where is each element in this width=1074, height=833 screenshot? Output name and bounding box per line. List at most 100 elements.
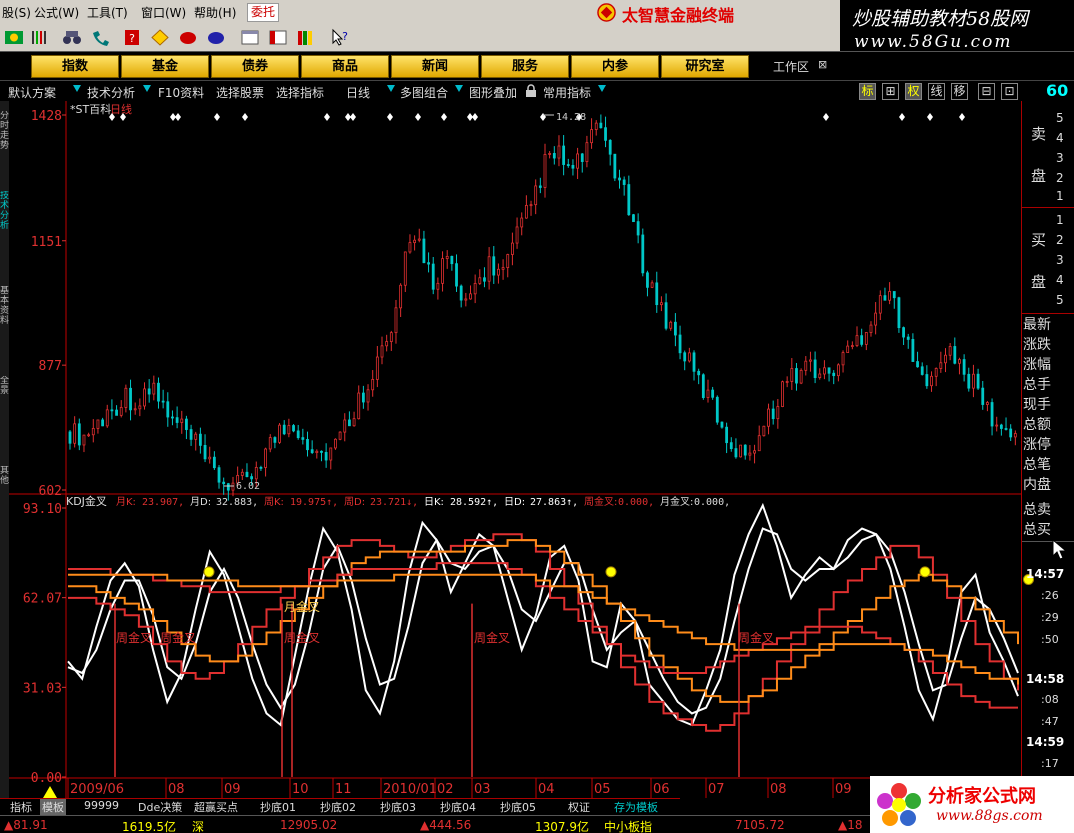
status-change: ▲444.56 <box>420 818 472 832</box>
up-triangle-icon[interactable] <box>43 786 57 798</box>
candle-body <box>492 256 496 276</box>
tab-warrant[interactable]: 权证 <box>568 799 590 815</box>
menu-weituo[interactable]: 委托 <box>247 3 279 22</box>
field-change-pct: 涨幅 <box>1023 357 1051 373</box>
workarea-close-icon[interactable]: ⊠ <box>818 58 827 71</box>
window-icon[interactable] <box>240 28 260 47</box>
scheme-dropdown-arrow-icon[interactable] <box>73 85 81 92</box>
tab-bottom-01[interactable]: 抄底01 <box>260 799 296 815</box>
save-template-button[interactable]: 存为模板 <box>614 799 658 815</box>
flower-logo-icon <box>877 783 921 826</box>
nav-fund-button[interactable]: 基金 <box>121 55 209 78</box>
tab-dde[interactable]: Dde决策 <box>138 799 182 815</box>
candle-body <box>473 282 477 295</box>
nav-insider-button[interactable]: 内参 <box>571 55 659 78</box>
candle-body <box>208 456 212 460</box>
candle-body <box>557 145 561 159</box>
field-limit-up: 涨停 <box>1023 437 1051 453</box>
help-cursor-icon[interactable]: ? <box>330 28 350 47</box>
menu-tools[interactable]: 工具(T) <box>87 4 128 21</box>
tab-indicator[interactable]: 指标 <box>10 799 32 815</box>
period-daily-menu[interactable]: 日线 <box>346 84 370 101</box>
candle-body <box>194 433 198 440</box>
tab-buy-point[interactable]: 超赢买点 <box>194 799 238 815</box>
kdj-tick-label: 93.10 <box>23 502 62 517</box>
quote-panel: 卖 盘 5 4 3 2 1 买 盘 1 2 3 4 5 最新 涨跌 涨幅 总手 … <box>1021 101 1074 798</box>
candle-body <box>436 282 440 290</box>
binoculars-icon[interactable] <box>62 28 82 47</box>
overlay-menu[interactable]: 图形叠加 <box>469 84 517 101</box>
fullscreen-toggle[interactable]: ⊡ <box>1001 83 1018 100</box>
books-icon[interactable] <box>296 28 316 47</box>
field-total-sell: 总卖 <box>1023 502 1051 518</box>
menu-formula[interactable]: 公式(W) <box>34 4 79 21</box>
tech-analysis-arrow-icon[interactable] <box>143 85 151 92</box>
candle-body <box>739 444 742 458</box>
candle-body <box>315 450 319 453</box>
candle-body <box>804 360 808 371</box>
phone-icon[interactable] <box>90 28 110 47</box>
nav-research-button[interactable]: 研究室 <box>661 55 749 78</box>
chart-area[interactable]: 1428 1151 877 602 *ST百科日线 14.28 6.02 93.10 62.0… <box>0 101 1021 798</box>
period-arrow-icon[interactable] <box>387 85 395 92</box>
select-stock-menu[interactable]: 选择股票 <box>216 84 264 101</box>
watermark-top-url: www.58Gu.com <box>854 32 1013 52</box>
tab-template[interactable]: 模板 <box>40 799 66 815</box>
flag-icon[interactable] <box>4 28 24 47</box>
candle-body <box>189 429 193 440</box>
red-tag-icon[interactable] <box>178 28 198 47</box>
nav-service-button[interactable]: 服务 <box>481 55 569 78</box>
barcode-icon[interactable] <box>30 28 50 47</box>
lock-icon[interactable] <box>525 84 537 98</box>
menu-stock[interactable]: 股(S) <box>2 4 31 21</box>
help-book-icon[interactable]: ? <box>122 28 142 47</box>
candle-body <box>389 332 393 342</box>
multi-chart-menu[interactable]: 多图组合 <box>400 84 448 101</box>
common-indicator-arrow-icon[interactable] <box>598 85 606 92</box>
layout-icon[interactable] <box>268 28 288 47</box>
kdj-legend-name: 周K: <box>264 496 284 508</box>
menu-help[interactable]: 帮助(H) <box>194 4 236 21</box>
nav-index-button[interactable]: 指数 <box>31 55 119 78</box>
svg-text:?: ? <box>342 30 348 43</box>
scheme-dropdown[interactable]: 默认方案 <box>8 84 56 101</box>
select-indicator-menu[interactable]: 选择指标 <box>276 84 324 101</box>
multi-chart-arrow-icon[interactable] <box>455 85 463 92</box>
tab-bottom-02[interactable]: 抄底02 <box>320 799 356 815</box>
nav-bond-button[interactable]: 债券 <box>211 55 299 78</box>
tech-analysis-menu[interactable]: 技术分析 <box>87 84 135 101</box>
nav-commodity-button[interactable]: 商品 <box>301 55 389 78</box>
tab-bottom-03[interactable]: 抄底03 <box>380 799 416 815</box>
candle-body <box>231 482 235 491</box>
nav-news-button[interactable]: 新闻 <box>391 55 479 78</box>
candle-body <box>371 379 375 391</box>
candle-body <box>226 483 230 491</box>
grid-toggle[interactable]: ⊞ <box>882 83 899 100</box>
tab-bottom-05[interactable]: 抄底05 <box>500 799 536 815</box>
candle-body <box>445 255 449 260</box>
diamond-icon[interactable] <box>150 28 170 47</box>
candle-body <box>552 153 556 159</box>
candle-body <box>911 339 915 362</box>
candle-body <box>403 251 407 286</box>
line-toggle[interactable]: 线 <box>928 83 945 100</box>
menu-window[interactable]: 窗口(W) <box>141 4 186 21</box>
f10-menu[interactable]: F10资料 <box>158 84 204 101</box>
tab-99999[interactable]: 99999 <box>84 799 119 812</box>
candle-body <box>944 354 947 364</box>
candle-body <box>441 258 444 284</box>
candle-body <box>334 438 337 449</box>
candle-body <box>96 419 100 429</box>
candle-body <box>329 447 333 461</box>
workarea-label[interactable]: 工作区 <box>773 58 809 75</box>
tab-bottom-04[interactable]: 抄底04 <box>440 799 476 815</box>
rights-toggle[interactable]: 权 <box>905 83 922 100</box>
common-indicator-menu[interactable]: 常用指标 <box>543 84 591 101</box>
mark-toggle[interactable]: 标 <box>859 83 876 100</box>
candle-body <box>613 153 617 179</box>
candle-body <box>767 408 770 427</box>
blue-tag-icon[interactable] <box>206 28 226 47</box>
minimize-toggle[interactable]: ⊟ <box>978 83 995 100</box>
price-title-name: *ST百科 <box>70 102 111 116</box>
move-toggle[interactable]: 移 <box>951 83 968 100</box>
